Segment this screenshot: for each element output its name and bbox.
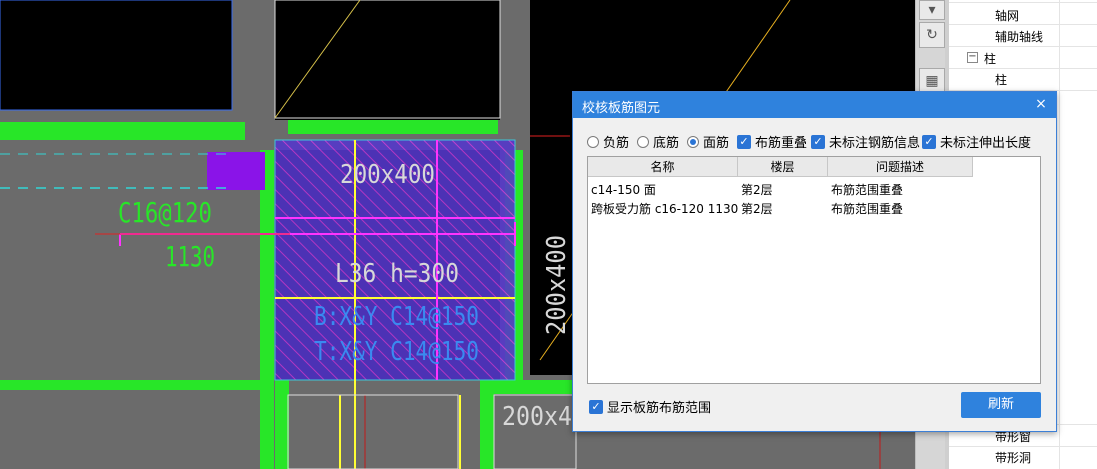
- column-header-floor[interactable]: 楼层: [738, 157, 828, 177]
- option-label: 未标注伸出长度: [940, 136, 1032, 151]
- radio-negative-rebar[interactable]: 负筋: [587, 132, 629, 151]
- check-slab-rebar-dialog: 校核板筋图元 × 负筋 底筋 面筋 ✓ 布筋重叠 ✓ 未标注钢筋信息 ✓ 未标注…: [572, 91, 1057, 432]
- top-rebar-label: T:X&Y C14@150: [314, 337, 479, 367]
- tree-item-label: 带形洞: [995, 451, 1032, 465]
- checkbox-unlabeled-extension-length[interactable]: ✓ 未标注伸出长度: [922, 132, 1031, 151]
- close-icon[interactable]: ×: [1033, 96, 1049, 112]
- tree-item-label: 柱: [995, 73, 1008, 87]
- checkmark-icon: ✓: [811, 134, 825, 149]
- tree-item-label: 辅助轴线: [995, 30, 1044, 44]
- bottom-rebar-label: B:X&Y C14@150: [314, 302, 479, 332]
- radio-icon: [587, 135, 599, 148]
- cell-name: 跨板受力筋 c16-120 1130: [591, 202, 739, 216]
- option-label: 未标注钢筋信息: [829, 136, 921, 151]
- radio-top-rebar[interactable]: 面筋: [687, 132, 729, 151]
- checkmark-icon: ✓: [589, 399, 603, 414]
- rotate-icon[interactable]: ↻: [919, 22, 945, 48]
- cell-name: c14-150 面: [591, 183, 656, 197]
- column-header-name[interactable]: 名称: [588, 157, 738, 177]
- issue-table: 名称 楼层 问题描述 c14-150 面 第2层 布筋范围重叠 跨板受力筋 c1…: [587, 156, 1041, 384]
- tree-item-aux-axis[interactable]: 辅助轴线: [995, 28, 1043, 45]
- beam-name-label: L36 h=300: [335, 259, 459, 289]
- cell-issue: 布筋范围重叠: [831, 202, 904, 216]
- checkmark-icon: ✓: [737, 134, 751, 149]
- option-label: 底筋: [653, 136, 680, 151]
- beam-size-vertical-label: 200x400: [542, 235, 572, 335]
- cell-floor: 第2层: [741, 183, 773, 197]
- view-dropdown-icon[interactable]: ▾: [919, 0, 945, 20]
- option-label: 面筋: [703, 136, 730, 151]
- dialog-title: 校核板筋图元: [582, 101, 661, 116]
- collapse-icon[interactable]: −: [967, 52, 978, 63]
- checkmark-icon: ✓: [922, 134, 936, 149]
- tree-item-strip-opening[interactable]: 带形洞: [995, 449, 1031, 466]
- tree-item-label: 轴网: [995, 9, 1020, 23]
- radio-bottom-rebar[interactable]: 底筋: [637, 132, 679, 151]
- option-label: 布筋重叠: [755, 136, 808, 151]
- radio-selected-icon: [687, 135, 699, 148]
- tree-item-axis-grid[interactable]: 轴网: [995, 7, 1019, 24]
- column-header-issue[interactable]: 问题描述: [828, 157, 973, 177]
- checkbox-show-rebar-range[interactable]: ✓ 显示板筋布筋范围: [589, 397, 711, 416]
- rebar-length-label: 1130: [165, 240, 215, 273]
- radio-icon: [637, 135, 649, 148]
- tree-item-label: 柱: [984, 52, 997, 66]
- rebar-label: C16@120: [118, 196, 212, 229]
- dialog-title-bar[interactable]: 校核板筋图元 ×: [573, 92, 1056, 118]
- cell-floor: 第2层: [741, 202, 773, 216]
- tree-item-column[interactable]: 柱: [995, 71, 1007, 88]
- option-label: 负筋: [603, 136, 630, 151]
- checkbox-overlap[interactable]: ✓ 布筋重叠: [737, 132, 807, 151]
- refresh-button[interactable]: 刷新: [961, 392, 1041, 418]
- cell-issue: 布筋范围重叠: [831, 183, 904, 197]
- checkbox-unlabeled-rebar-info[interactable]: ✓ 未标注钢筋信息: [811, 132, 920, 151]
- option-label: 显示板筋布筋范围: [607, 401, 712, 416]
- beam-size-label: 200x400: [340, 160, 435, 190]
- tree-item-label: 带形窗: [995, 430, 1032, 444]
- tree-group-column[interactable]: 柱: [984, 50, 996, 67]
- beam-size-bottom-label: 200x4: [502, 402, 572, 432]
